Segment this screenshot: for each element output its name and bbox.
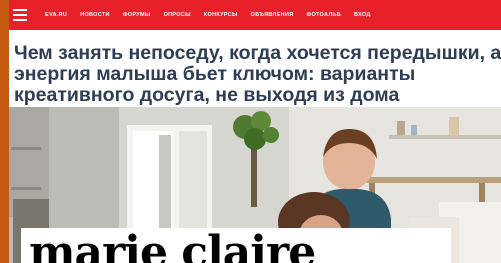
nav-item-news[interactable]: НОВОСТИ [80,12,110,18]
nav-item-forums[interactable]: ФОРУМЫ [123,12,151,18]
site-header: EVA.RU НОВОСТИ ФОРУМЫ ОПРОСЫ КОНКУРСЫ ОБ… [9,0,501,30]
main-nav: EVA.RU НОВОСТИ ФОРУМЫ ОПРОСЫ КОНКУРСЫ ОБ… [45,12,371,18]
nav-item-home[interactable]: EVA.RU [45,12,67,18]
headline-line: энергия малыша бьет ключом: варианты [14,63,416,85]
article-headline[interactable]: Чем занять непоседу, когда хочется перед… [14,42,501,106]
marie-claire-logo[interactable]: marie claire [29,231,316,263]
hamburger-menu-icon[interactable] [13,9,27,21]
nav-item-login[interactable]: ВХОД [354,12,371,18]
nav-item-photo-albums[interactable]: ФОТОАЛЬБ [306,12,341,18]
article-page: EVA.RU НОВОСТИ ФОРУМЫ ОПРОСЫ КОНКУРСЫ ОБ… [9,0,501,263]
nav-item-ads[interactable]: ОБЪЯВЛЕНИЯ [251,12,294,18]
headline-line: Чем занять непоседу, когда хочется перед… [14,42,501,64]
nav-item-contests[interactable]: КОНКУРСЫ [204,12,238,18]
nav-item-polls[interactable]: ОПРОСЫ [164,12,191,18]
headline-line: креативного досуга, не выходя из дома [14,84,400,106]
